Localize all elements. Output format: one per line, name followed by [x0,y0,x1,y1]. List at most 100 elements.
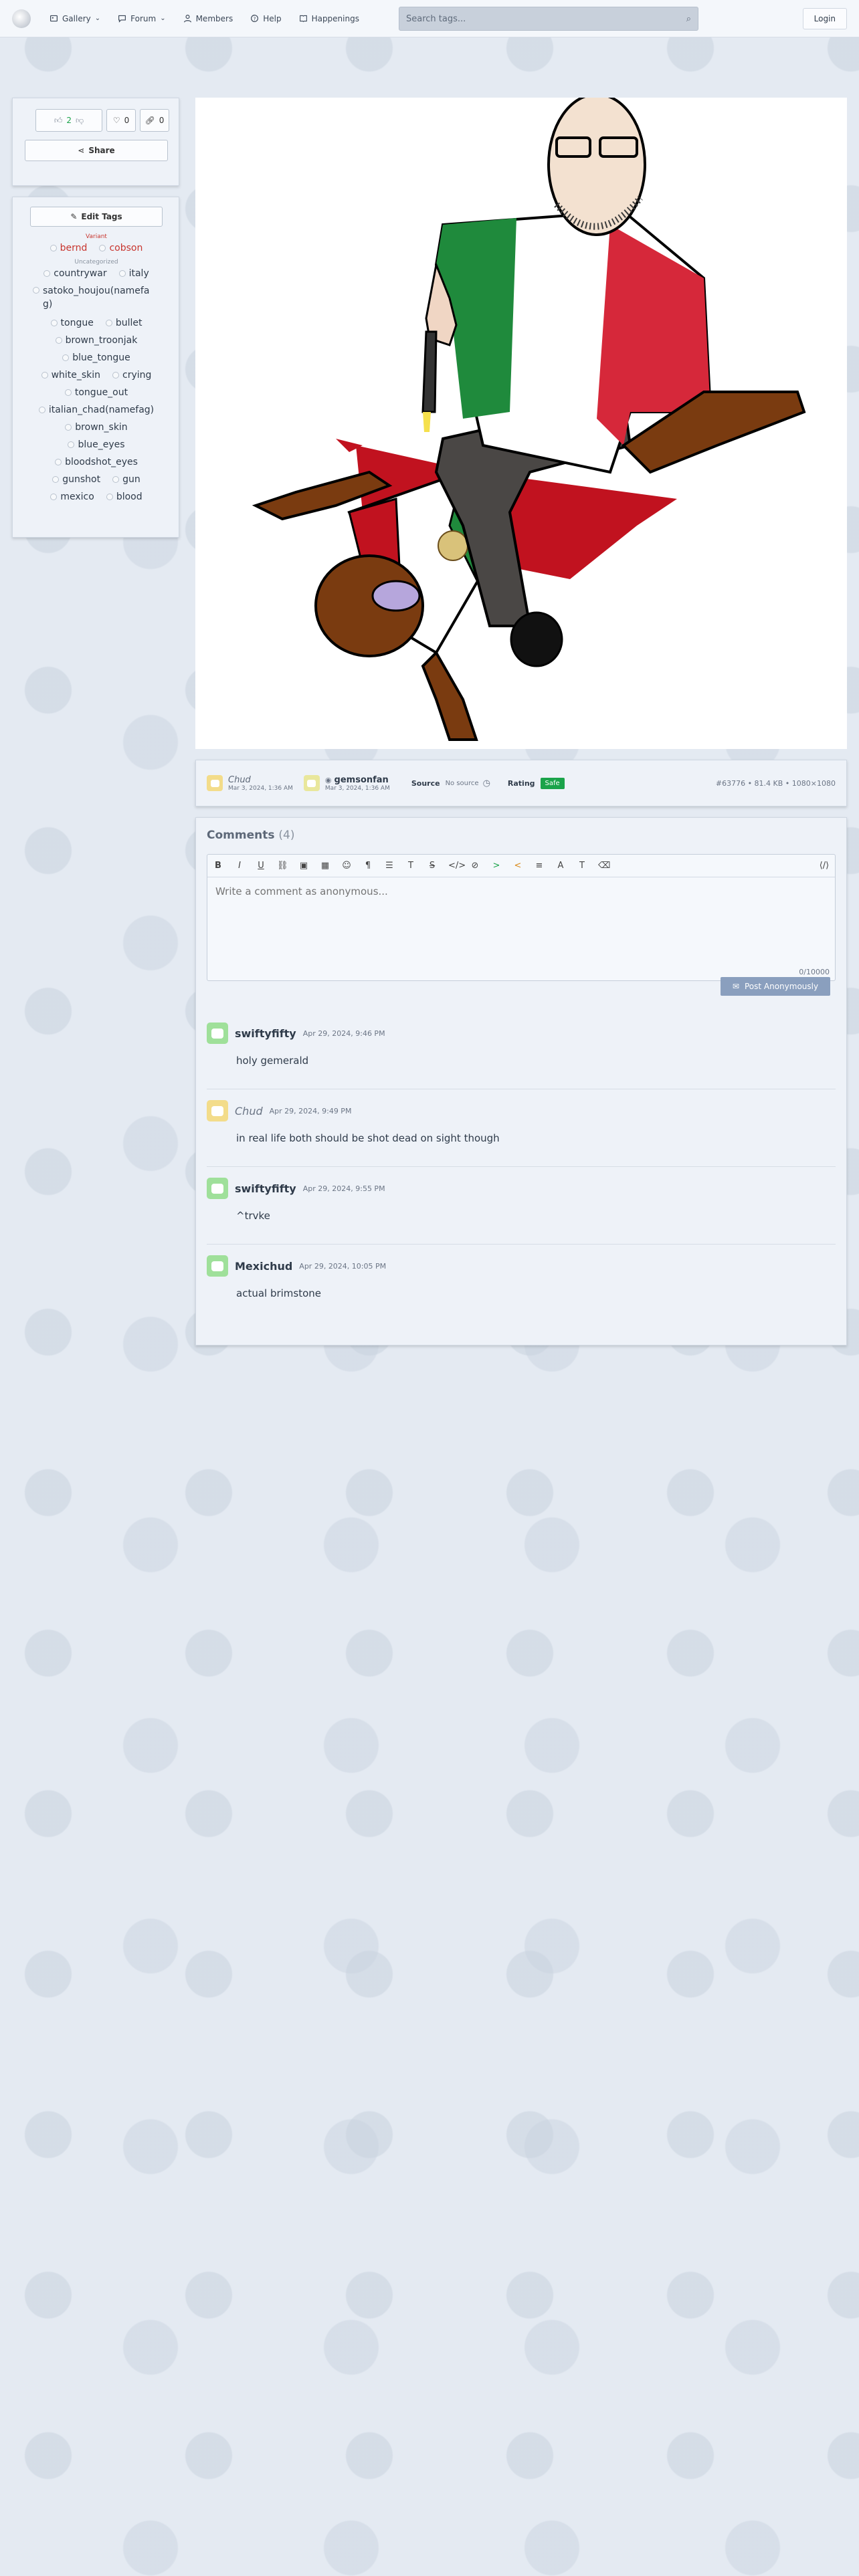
media-icon[interactable]: ▦ [320,861,330,871]
vote-count: 2 [66,116,72,125]
image-icon[interactable]: ▣ [298,861,309,871]
tag-bernd[interactable]: bernd [50,243,87,253]
chevron-down-icon: ⌄ [160,15,166,22]
text-size-icon[interactable]: T [405,861,416,871]
list-icon[interactable]: ☰ [384,861,395,871]
eye-icon: ◉ [324,775,332,784]
avatar[interactable] [207,1255,228,1277]
link-icon[interactable]: ⛓ [277,861,288,871]
comment-author[interactable]: Mexichud [235,1260,292,1273]
tag-label: brown_skin [75,422,128,433]
edit-tags-button[interactable]: ✎ Edit Tags [30,207,163,227]
tag-crying[interactable]: crying [112,370,151,381]
comments-panel: Comments (4) B I U ⛓ ▣ ▦ ☺ ¶ ☰ T S </> ⊘… [195,817,847,1346]
nav-gallery[interactable]: Gallery ⌄ [50,14,100,23]
tag-gun[interactable]: gun [112,474,140,485]
variant-heading: Variant [86,233,107,240]
avatar[interactable] [207,1023,228,1044]
strikethrough-icon[interactable]: S [427,861,438,871]
source-view-icon[interactable]: ⟨/⟩ [819,861,830,871]
share-button[interactable]: ⋖ Share [25,140,168,161]
nav-happenings-label: Happenings [311,13,359,23]
search-input[interactable] [406,13,686,24]
tag-dot-icon [41,372,48,379]
uploader-avatar[interactable] [207,775,223,791]
tag-gunshot[interactable]: gunshot [52,474,100,485]
user-icon [183,15,191,23]
orangetext-icon[interactable]: < [512,861,523,871]
tag-mexico[interactable]: mexico [50,492,94,502]
site-logo[interactable] [12,9,31,28]
comment-text: ^trvke [236,1210,270,1222]
tag-dot-icon [118,270,126,277]
tag-blue-tongue[interactable]: blue_tongue [62,352,130,363]
italic-icon[interactable]: I [234,861,245,871]
avatar[interactable] [207,1178,228,1199]
nav-help[interactable]: ? Help [250,14,282,23]
color-icon[interactable]: A [555,861,566,871]
approver-avatar[interactable] [303,775,320,791]
login-button[interactable]: Login [802,8,847,29]
tag-bloodshot-eyes[interactable]: bloodshot_eyes [55,457,138,467]
comment-author[interactable]: swiftyfifty [235,1027,296,1040]
post-anonymously-button[interactable]: ✉ Post Anonymously [721,977,830,996]
uploader-block: Chud Mar 3, 2024, 1:36 AM [228,775,293,792]
bold-icon[interactable]: B [213,861,223,871]
nav-happenings[interactable]: Happenings [299,14,359,23]
tag-italian-chad[interactable]: italian_chad(namefag) [38,405,155,415]
tag-tongue[interactable]: tongue [50,318,94,328]
post-image[interactable] [195,93,847,749]
tag-dot-icon [64,389,72,396]
tag-dot-icon [106,494,113,500]
tag-label: satoko_houjou(namefag) [43,286,150,310]
comments-heading: Comments (4) [207,829,294,842]
rating-badge: Safe [540,777,565,789]
emoji-icon[interactable]: ☺ [341,861,352,871]
comment-author[interactable]: Chud [235,1105,263,1117]
tag-white-skin[interactable]: white_skin [41,370,100,381]
tag-brown-troonjak[interactable]: brown_troonjak [55,335,137,346]
tag-blood[interactable]: blood [106,492,142,502]
comment-date: Apr 29, 2024, 9:46 PM [302,1029,385,1038]
comment-textarea[interactable] [207,877,835,943]
search-icon[interactable]: ⌕ [686,14,691,24]
code-icon[interactable]: </> [448,861,466,871]
nav-gallery-label: Gallery [62,13,91,23]
tag-cobson[interactable]: cobson [99,243,142,253]
tag-italy[interactable]: italy [118,268,149,279]
tag-label: italian_chad(namefag) [48,405,155,415]
tag-blue-eyes[interactable]: blue_eyes [68,439,125,450]
tag-brown-skin[interactable]: brown_skin [65,422,128,433]
nav-members[interactable]: Members [183,14,233,23]
underline-icon[interactable]: U [256,861,266,871]
comment-text: actual brimstone [236,1287,322,1299]
clear-format-icon[interactable]: ⌫ [598,861,610,871]
approver-name[interactable]: gemsonfan [335,775,389,785]
avatar[interactable] [207,1100,228,1121]
spoiler-icon[interactable]: ⊘ [470,861,480,871]
comment-author[interactable]: swiftyfifty [235,1182,296,1195]
link-button[interactable]: 🔗︎ 0 [140,109,169,132]
nav-forum[interactable]: Forum ⌄ [118,14,166,23]
favorite-button[interactable]: ♡ 0 [106,109,136,132]
tag-label: bloodshot_eyes [65,457,138,467]
post-illustration [252,93,806,741]
pencil-icon: ✎ [70,212,78,221]
post-anonymously-label: Post Anonymously [744,982,819,991]
thumbs-up-icon[interactable]: 👍︎ [54,116,63,126]
tag-dot-icon [105,320,112,326]
tag-tongue-out[interactable]: tongue_out [64,387,128,398]
uploader-name[interactable]: Chud [228,775,293,785]
heading-icon[interactable]: ¶ [363,861,373,871]
font-icon[interactable]: T [577,861,587,871]
greentext-icon[interactable]: > [491,861,502,871]
tag-label: blood [116,492,142,502]
tag-label: mexico [60,492,94,502]
thumbs-down-icon[interactable]: 👎︎ [76,116,84,126]
tag-satoko-houjou[interactable]: satoko_houjou(namefag) [33,284,180,311]
tag-countrywar[interactable]: countrywar [43,268,107,279]
align-icon[interactable]: ≡ [534,861,545,871]
tag-bullet[interactable]: bullet [105,318,142,328]
comment-item: swiftyfifty Apr 29, 2024, 9:46 PM holy g… [207,1023,836,1089]
source-label: Source [411,778,440,788]
